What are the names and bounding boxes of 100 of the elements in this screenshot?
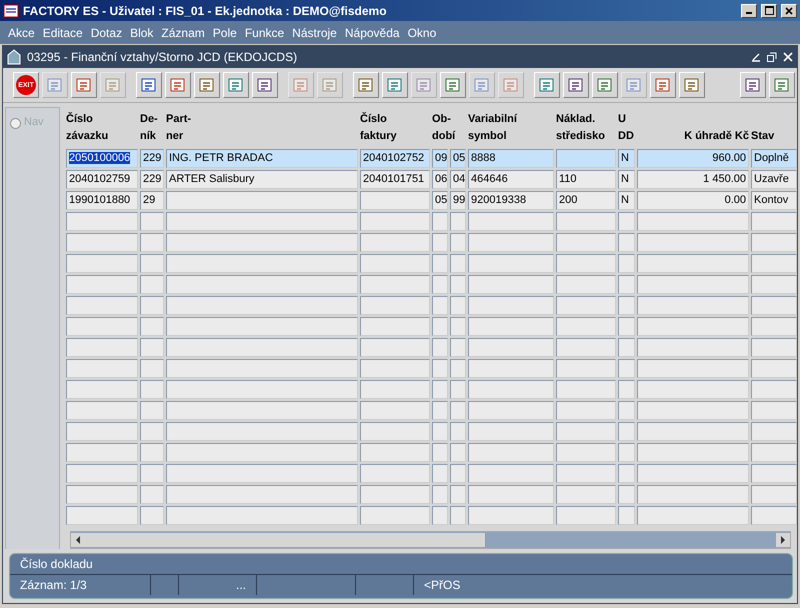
menu-item[interactable]: Nástroje (288, 26, 341, 40)
table-cell[interactable] (360, 443, 430, 462)
table-cell[interactable] (751, 233, 797, 252)
table-cell[interactable] (450, 485, 466, 504)
table-cell[interactable] (618, 233, 635, 252)
toolbar-button[interactable] (592, 72, 618, 98)
table-cell[interactable] (360, 380, 430, 399)
toolbar-button[interactable] (223, 72, 249, 98)
table-cell[interactable] (166, 338, 358, 357)
table-cell[interactable] (618, 422, 635, 441)
table-cell[interactable]: 2040102752 (360, 149, 430, 168)
table-cell[interactable] (66, 443, 138, 462)
table-cell[interactable] (140, 443, 164, 462)
toolbar-button[interactable] (769, 72, 795, 98)
table-cell[interactable]: 960.00 (637, 149, 749, 168)
table-cell[interactable] (450, 422, 466, 441)
table-cell[interactable] (751, 212, 797, 231)
table-cell[interactable] (468, 296, 554, 315)
table-cell[interactable] (66, 212, 138, 231)
table-cell[interactable] (751, 380, 797, 399)
table-cell[interactable]: 05 (432, 191, 448, 210)
table-cell[interactable] (360, 296, 430, 315)
table-cell[interactable]: 8888 (468, 149, 554, 168)
menu-item[interactable]: Blok (126, 26, 158, 40)
table-cell[interactable] (66, 317, 138, 336)
table-cell[interactable] (140, 317, 164, 336)
table-cell[interactable] (450, 212, 466, 231)
table-cell[interactable] (360, 401, 430, 420)
table-cell[interactable]: 2040101751 (360, 170, 430, 189)
table-cell[interactable] (468, 338, 554, 357)
table-cell[interactable] (751, 254, 797, 273)
table-cell[interactable] (360, 212, 430, 231)
table-cell[interactable] (751, 359, 797, 378)
table-cell[interactable] (637, 422, 749, 441)
table-cell[interactable] (450, 464, 466, 483)
table-cell[interactable] (360, 422, 430, 441)
table-cell[interactable] (432, 359, 448, 378)
table-cell[interactable]: 464646 (468, 170, 554, 189)
table-cell[interactable] (450, 359, 466, 378)
table-cell[interactable] (556, 233, 616, 252)
table-cell[interactable] (637, 401, 749, 420)
table-cell[interactable] (618, 380, 635, 399)
table-cell[interactable] (637, 506, 749, 525)
minimize-button[interactable] (741, 4, 757, 18)
toolbar-button[interactable] (534, 72, 560, 98)
horizontal-scrollbar[interactable] (70, 531, 791, 549)
close-icon[interactable] (783, 52, 793, 62)
table-cell[interactable] (450, 296, 466, 315)
table-cell[interactable] (360, 233, 430, 252)
table-cell[interactable] (360, 275, 430, 294)
table-cell[interactable]: N (618, 191, 635, 210)
table-cell[interactable] (450, 254, 466, 273)
table-cell[interactable]: 200 (556, 191, 616, 210)
menu-item[interactable]: Pole (208, 26, 241, 40)
table-cell[interactable] (618, 506, 635, 525)
table-cell[interactable] (140, 464, 164, 483)
table-cell[interactable]: ING. PETR BRADAC (166, 149, 358, 168)
table-cell[interactable] (432, 296, 448, 315)
table-cell[interactable] (556, 296, 616, 315)
table-cell[interactable]: Uzavře (751, 170, 797, 189)
toolbar-button[interactable] (382, 72, 408, 98)
toolbar-button[interactable] (650, 72, 676, 98)
menu-item[interactable]: Okno (404, 26, 440, 40)
toolbar-button[interactable] (71, 72, 97, 98)
table-cell[interactable] (432, 422, 448, 441)
table-cell[interactable] (166, 443, 358, 462)
table-cell[interactable] (637, 464, 749, 483)
toolbar-button[interactable] (353, 72, 379, 98)
table-cell[interactable]: 06 (432, 170, 448, 189)
table-cell[interactable] (140, 296, 164, 315)
table-cell[interactable] (468, 485, 554, 504)
table-cell[interactable]: 0.00 (637, 191, 749, 210)
table-cell[interactable] (166, 233, 358, 252)
table-cell[interactable] (618, 464, 635, 483)
toolbar-button[interactable] (165, 72, 191, 98)
table-cell[interactable] (432, 275, 448, 294)
table-cell[interactable] (468, 422, 554, 441)
table-cell[interactable] (468, 212, 554, 231)
table-cell[interactable]: 110 (556, 170, 616, 189)
table-cell[interactable] (166, 359, 358, 378)
table-cell[interactable] (450, 233, 466, 252)
table-cell[interactable] (66, 422, 138, 441)
table-cell[interactable] (432, 443, 448, 462)
table-cell[interactable] (360, 506, 430, 525)
table-cell[interactable] (432, 506, 448, 525)
table-cell[interactable] (468, 401, 554, 420)
table-cell[interactable] (450, 506, 466, 525)
toolbar-button[interactable] (194, 72, 220, 98)
table-cell[interactable] (468, 254, 554, 273)
table-cell[interactable] (140, 485, 164, 504)
table-cell[interactable] (618, 401, 635, 420)
table-cell[interactable] (66, 359, 138, 378)
table-cell[interactable] (637, 275, 749, 294)
table-cell[interactable] (751, 338, 797, 357)
table-cell[interactable] (556, 401, 616, 420)
table-cell[interactable] (556, 485, 616, 504)
table-cell[interactable] (166, 401, 358, 420)
table-cell[interactable] (140, 359, 164, 378)
table-cell[interactable] (468, 506, 554, 525)
table-cell[interactable] (468, 443, 554, 462)
